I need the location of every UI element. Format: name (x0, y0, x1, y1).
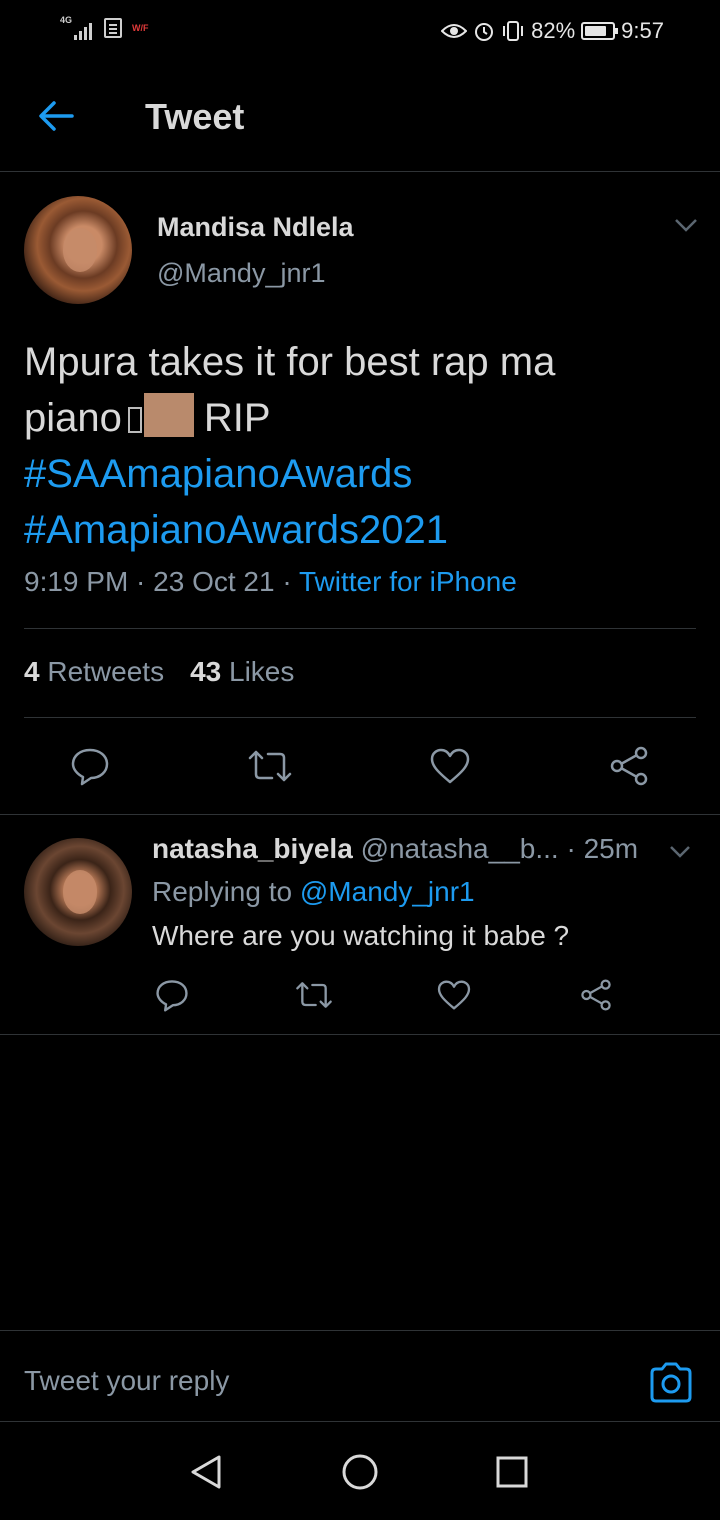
network-label: 4G (60, 15, 73, 25)
nav-back-button[interactable] (186, 1452, 226, 1492)
chevron-down-icon[interactable] (668, 842, 692, 862)
tweet-text-line1: Mpura takes it for best rap ma (24, 340, 556, 384)
reply-composer: Tweet your reply (0, 1330, 720, 1422)
tweet-date: 23 Oct 21 (153, 566, 275, 597)
replying-prefix: Replying to (152, 876, 293, 907)
tweet-text: Mpura takes it for best rap ma piano RIP … (24, 334, 694, 558)
share-button[interactable] (604, 742, 654, 790)
hashtag-link[interactable]: #SAAmapianoAwards (24, 446, 694, 502)
reply-text: Where are you watching it babe ? (152, 920, 570, 951)
reply-age: 25m (583, 833, 639, 864)
replying-to-handle[interactable]: @Mandy_jnr1 (300, 876, 475, 907)
battery-icon (581, 22, 619, 40)
missing-glyph-icon (127, 407, 142, 433)
circle-home-icon (342, 1454, 378, 1490)
author-handle[interactable]: @Mandy_jnr1 (157, 258, 326, 289)
cellular-signal-icon: 4G (60, 16, 94, 40)
triangle-back-icon (191, 1455, 221, 1489)
square-recents-icon (496, 1456, 528, 1488)
heart-icon (437, 980, 471, 1010)
back-arrow-icon (39, 101, 74, 131)
skin-tone-emoji-icon (143, 393, 194, 437)
divider (0, 814, 720, 815)
clock: 9:57 (621, 18, 664, 43)
retweet-icon (296, 982, 332, 1008)
tweet-time: 9:19 PM (24, 566, 129, 597)
hashtag-link[interactable]: #AmapianoAwards2021 (24, 502, 694, 558)
tweet-meta: 9:19 PM · 23 Oct 21 · Twitter for iPhone (24, 566, 517, 597)
retweet-button[interactable] (244, 742, 296, 790)
divider (0, 1034, 720, 1035)
share-icon (610, 746, 648, 786)
battery-percent: 82% (531, 18, 576, 43)
vibrate-icon (503, 21, 524, 41)
reply-author-avatar[interactable] (24, 838, 132, 946)
tweet-text-line2b: RIP (203, 396, 271, 440)
share-icon (581, 979, 611, 1011)
retweet-icon (248, 750, 292, 782)
divider (24, 628, 696, 629)
author-name[interactable]: Mandisa Ndlela (157, 212, 354, 243)
likes-stat[interactable]: 43 Likes (190, 656, 294, 688)
reply-input[interactable]: Tweet your reply (24, 1365, 229, 1397)
reply-icon (71, 748, 109, 786)
reply-button[interactable] (66, 742, 114, 790)
wifi-label: W/F (132, 23, 149, 33)
sim-card-icon (104, 18, 122, 38)
retweet-button[interactable] (292, 975, 336, 1015)
chevron-down-icon[interactable] (672, 214, 700, 236)
status-bar: 4G W/F 82% 9:57 (0, 0, 720, 62)
retweets-count: 4 (24, 656, 40, 687)
nav-recents-button[interactable] (492, 1452, 532, 1492)
page-title: Tweet (145, 96, 245, 137)
tweet-stats: 4 Retweets 43 Likes (24, 656, 294, 688)
reply-author-name[interactable]: natasha_biyela (152, 833, 353, 864)
retweets-stat[interactable]: 4 Retweets (24, 656, 164, 688)
back-button[interactable] (34, 94, 78, 138)
tweet-source-link[interactable]: Twitter for iPhone (299, 566, 517, 597)
top-app-bar: Tweet (0, 62, 720, 172)
like-button[interactable] (434, 975, 474, 1015)
camera-icon[interactable] (648, 1361, 694, 1403)
share-button[interactable] (576, 975, 616, 1015)
replying-to: Replying to @Mandy_jnr1 (152, 876, 475, 908)
tweet-text-line2a: piano (24, 396, 122, 440)
system-navigation-bar (0, 1422, 720, 1520)
like-button[interactable] (426, 742, 474, 790)
likes-label: Likes (229, 656, 295, 687)
nav-home-button[interactable] (340, 1452, 380, 1492)
likes-count: 43 (190, 656, 222, 687)
eye-icon (441, 24, 468, 38)
heart-icon (430, 748, 470, 784)
reply-header: natasha_biyela @natasha__b... · 25m (152, 833, 639, 864)
retweets-label: Retweets (47, 656, 165, 687)
divider (24, 717, 696, 718)
alarm-icon (475, 23, 494, 41)
reply-author-handle[interactable]: @natasha__b... (361, 833, 559, 864)
reply-icon (156, 980, 188, 1012)
author-avatar[interactable] (24, 196, 132, 304)
reply-button[interactable] (152, 975, 192, 1015)
